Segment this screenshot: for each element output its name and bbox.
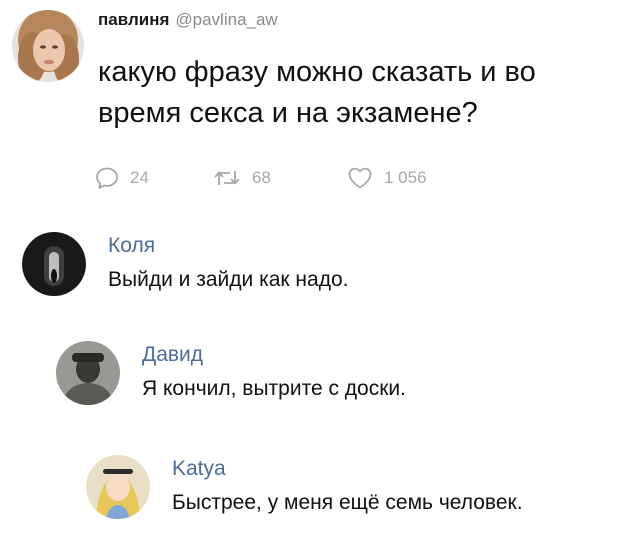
avatar-photo <box>12 10 84 82</box>
comment-author-avatar[interactable] <box>86 455 150 519</box>
tweet-author-handle[interactable]: @pavlina_aw <box>175 10 277 29</box>
avatar-photo <box>86 455 150 519</box>
tweet-text: какую фразу можно сказать и во время сек… <box>98 56 536 129</box>
comment-text: Быстрее, у меня ещё семь человек. <box>172 491 523 514</box>
heart-icon <box>348 167 372 189</box>
tweet-header: павлиня @pavlina_aw <box>98 10 278 30</box>
retweet-icon <box>214 171 240 185</box>
reply-button[interactable]: 24 <box>94 165 212 191</box>
avatar-photo <box>56 341 120 405</box>
tweet-actions: 24 68 1 056 <box>94 164 427 192</box>
avatar-photo <box>22 232 86 296</box>
comment-author-name[interactable]: Коля <box>108 234 155 258</box>
speech-bubble-icon <box>96 167 118 189</box>
like-button[interactable]: 1 056 <box>346 165 427 191</box>
reply-count: 24 <box>130 168 149 187</box>
comment: Давид Я кончил, вытрите с доски. <box>56 341 516 411</box>
comment: Коля Выйди и зайди как надо. <box>22 232 442 302</box>
comment-author-name[interactable]: Давид <box>142 343 203 367</box>
retweet-button[interactable]: 68 <box>212 165 346 191</box>
comment-text: Я кончил, вытрите с доски. <box>142 377 406 400</box>
comment-author-avatar[interactable] <box>22 232 86 296</box>
comment-text: Выйди и зайди как надо. <box>108 268 349 291</box>
comment: Katya Быстрее, у меня ещё семь человек. <box>86 455 626 525</box>
tweet-author-name[interactable]: павлиня <box>98 10 169 29</box>
tweet-author-avatar[interactable] <box>12 10 84 82</box>
retweet-count: 68 <box>252 168 271 187</box>
comment-author-avatar[interactable] <box>56 341 120 405</box>
comment-author-name[interactable]: Katya <box>172 457 226 481</box>
like-count: 1 056 <box>384 168 427 187</box>
